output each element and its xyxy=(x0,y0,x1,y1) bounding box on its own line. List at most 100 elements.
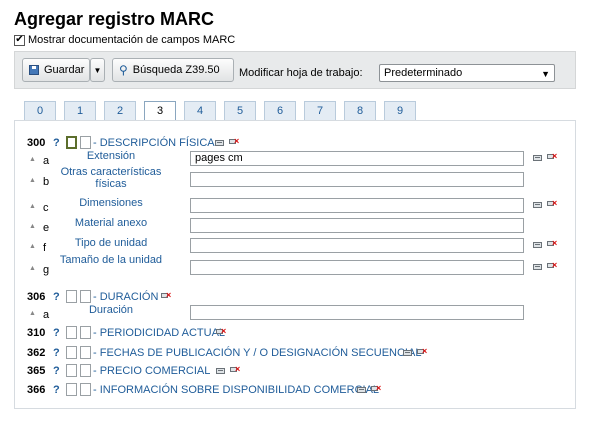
field-help-link[interactable]: ? xyxy=(53,327,60,339)
delete-field-icon[interactable] xyxy=(216,326,226,336)
clone-subfield-icon[interactable] xyxy=(533,264,542,270)
clone-field-icon[interactable] xyxy=(215,140,224,146)
worksheet-select[interactable]: Predeterminado ▼ xyxy=(379,64,555,82)
subfield-code: e xyxy=(43,222,50,234)
field-tag: 362 xyxy=(27,347,46,359)
delete-field-icon[interactable] xyxy=(230,364,240,374)
z3950-button-label: Búsqueda Z39.50 xyxy=(132,64,220,76)
field-help-link[interactable]: ? xyxy=(53,137,60,149)
field-name-link[interactable]: - DURACIÓN xyxy=(93,291,158,303)
subfield-code: c xyxy=(43,202,49,214)
tab-5[interactable]: 5 xyxy=(224,101,256,120)
subfield-input[interactable]: pages cm xyxy=(190,151,524,166)
field-help-link[interactable]: ? xyxy=(53,365,60,377)
clone-field-icon[interactable] xyxy=(403,350,412,356)
indicator-1-input[interactable] xyxy=(66,383,77,396)
field-name-link[interactable]: - PRECIO COMERCIAL xyxy=(93,365,210,377)
indicator-2-input[interactable] xyxy=(80,364,91,377)
delete-subfield-icon[interactable] xyxy=(547,238,557,248)
subfield-input[interactable] xyxy=(190,198,524,213)
show-doc-label: Mostrar documentación de campos MARC xyxy=(28,34,236,46)
move-up-arrow-icon[interactable]: ▲ xyxy=(29,203,36,210)
field-name-link[interactable]: - PERIODICIDAD ACTUAL xyxy=(93,327,225,339)
indicator-2-input[interactable] xyxy=(80,326,91,339)
tab-8[interactable]: 8 xyxy=(344,101,376,120)
indicator-2-input[interactable] xyxy=(80,290,91,303)
field-help-link[interactable]: ? xyxy=(53,291,60,303)
tab-3[interactable]: 3 xyxy=(144,101,176,121)
subfield-input[interactable] xyxy=(190,172,524,187)
move-up-arrow-icon[interactable]: ▲ xyxy=(29,177,36,184)
field-tag: 365 xyxy=(27,365,46,377)
floppy-icon xyxy=(29,65,39,75)
indicator-1-input[interactable] xyxy=(66,326,77,339)
indicator-1-input[interactable] xyxy=(66,364,77,377)
show-doc-toggle[interactable]: ✔ Mostrar documentación de campos MARC xyxy=(14,34,235,46)
move-up-arrow-icon[interactable]: ▲ xyxy=(29,265,36,272)
indicator-1-input[interactable] xyxy=(66,290,77,303)
subfield-label: Material anexo xyxy=(74,217,148,229)
clone-field-icon[interactable] xyxy=(216,368,225,374)
delete-subfield-icon[interactable] xyxy=(547,151,557,161)
field-name-link[interactable]: - INFORMACIÓN SOBRE DISPONIBILIDAD COMER… xyxy=(93,384,379,396)
worksheet-label: Modificar hoja de trabajo: xyxy=(239,67,363,79)
subfield-label: Extensión xyxy=(86,150,136,162)
tab-panel: 300? - DESCRIPCIÓN FÍSICA ▲ a Extensión pages… xyxy=(14,120,576,409)
field-name-link[interactable]: - FECHAS DE PUBLICACIÓN Y / O DESIGNACIÓ… xyxy=(93,347,421,359)
move-up-arrow-icon[interactable]: ▲ xyxy=(29,310,36,317)
tab-9[interactable]: 9 xyxy=(384,101,416,120)
move-up-arrow-icon[interactable]: ▲ xyxy=(29,156,36,163)
save-dropdown-button[interactable]: ▼ xyxy=(90,58,105,82)
field-tag: 366 xyxy=(27,384,46,396)
caret-down-icon: ▼ xyxy=(93,65,102,75)
clone-subfield-icon[interactable] xyxy=(533,242,542,248)
worksheet-select-value: Predeterminado xyxy=(384,67,463,79)
save-button-label: Guardar xyxy=(44,64,85,76)
delete-subfield-icon[interactable] xyxy=(547,260,557,270)
indicator-2-input[interactable] xyxy=(80,383,91,396)
delete-subfield-icon[interactable] xyxy=(547,198,557,208)
delete-field-icon[interactable] xyxy=(417,346,427,356)
indicator-1-input[interactable] xyxy=(66,346,77,359)
tab-bar: 0123456789 xyxy=(24,101,424,121)
tab-7[interactable]: 7 xyxy=(304,101,336,120)
save-button[interactable]: Guardar xyxy=(22,58,90,82)
subfield-input[interactable] xyxy=(190,260,524,275)
z3950-search-button[interactable]: ⚲ Búsqueda Z39.50 xyxy=(112,58,234,82)
delete-field-icon[interactable] xyxy=(161,290,171,300)
tab-6[interactable]: 6 xyxy=(264,101,296,120)
subfield-label: Otras características físicas xyxy=(60,166,162,190)
indicator-1-input[interactable] xyxy=(66,136,77,149)
subfield-label: Tamaño de la unidad xyxy=(59,254,163,266)
clone-subfield-icon[interactable] xyxy=(533,155,542,161)
subfield-code: b xyxy=(43,176,50,188)
subfield-input[interactable] xyxy=(190,238,524,253)
clone-subfield-icon[interactable] xyxy=(533,202,542,208)
subfield-input[interactable] xyxy=(190,305,524,320)
indicator-2-input[interactable] xyxy=(80,136,91,149)
move-up-arrow-icon[interactable]: ▲ xyxy=(29,223,36,230)
search-icon: ⚲ xyxy=(119,63,128,77)
chevron-down-icon: ▼ xyxy=(541,69,550,79)
indicator-2-input[interactable] xyxy=(80,346,91,359)
tab-1[interactable]: 1 xyxy=(64,101,96,120)
show-doc-checkbox[interactable]: ✔ xyxy=(14,34,25,46)
field-tag: 306 xyxy=(27,291,46,303)
tab-4[interactable]: 4 xyxy=(184,101,216,120)
field-name-link[interactable]: - DESCRIPCIÓN FÍSICA xyxy=(93,137,215,149)
move-up-arrow-icon[interactable]: ▲ xyxy=(29,243,36,250)
page-title: Agregar registro MARC xyxy=(14,9,215,29)
subfield-label: Tipo de unidad xyxy=(74,237,148,249)
subfield-code: a xyxy=(43,155,50,167)
field-help-link[interactable]: ? xyxy=(53,347,60,359)
field-help-link[interactable]: ? xyxy=(53,384,60,396)
tab-2[interactable]: 2 xyxy=(104,101,136,120)
toolbar: Guardar ▼ ⚲ Búsqueda Z39.50 Modificar ho… xyxy=(14,51,576,89)
delete-field-icon[interactable] xyxy=(371,383,381,393)
delete-field-icon[interactable] xyxy=(229,136,239,146)
clone-field-icon[interactable] xyxy=(357,387,366,393)
field-tag: 300 xyxy=(27,137,46,149)
tab-0[interactable]: 0 xyxy=(24,101,56,120)
subfield-code: f xyxy=(43,242,47,254)
subfield-input[interactable] xyxy=(190,218,524,233)
